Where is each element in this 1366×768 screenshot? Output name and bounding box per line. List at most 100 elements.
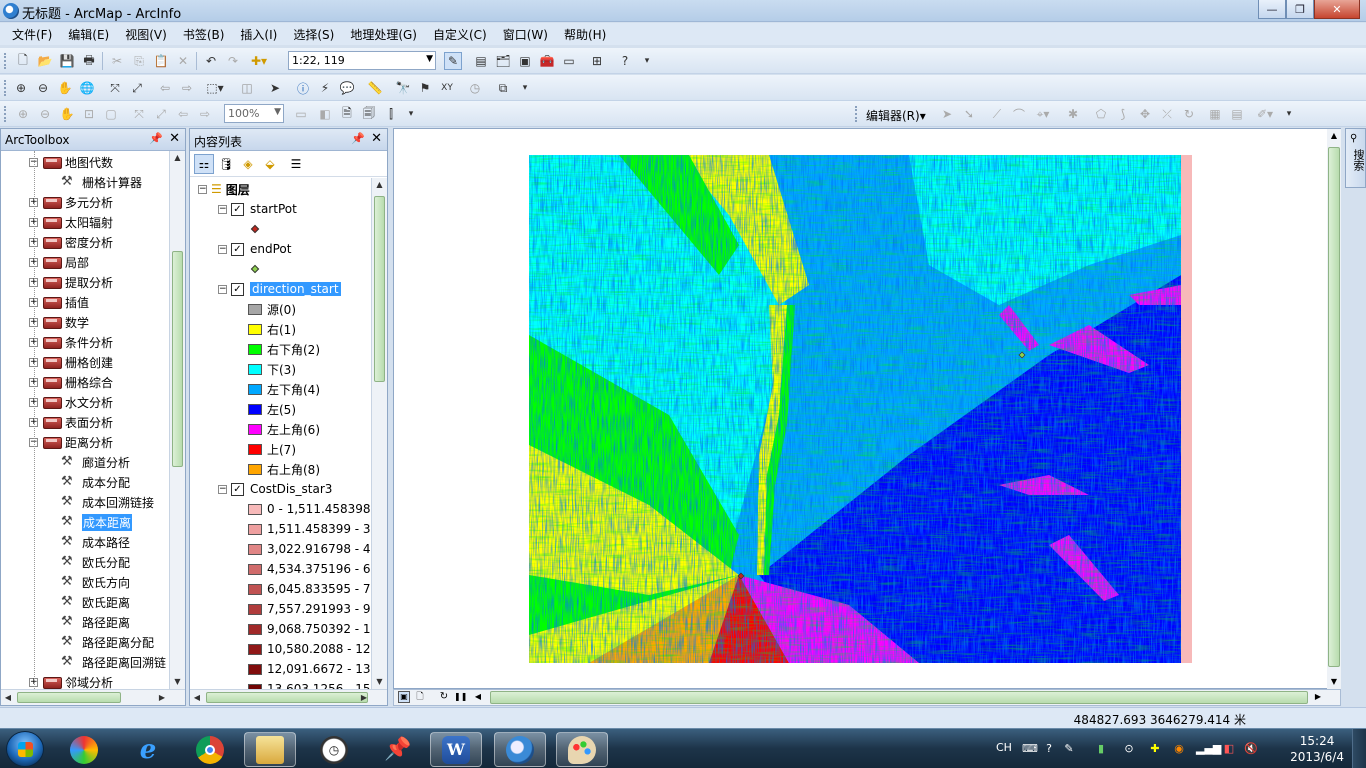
menu-geoprocessing[interactable]: 地理处理(G) [342,24,425,45]
ime-indicator[interactable]: CH [996,741,1012,754]
scrollbar-thumb[interactable] [374,196,385,382]
start-button[interactable] [6,731,44,767]
security-icon[interactable]: ◉ [1172,742,1186,756]
battery-icon[interactable]: ▮ [1094,742,1108,756]
network-signal-icon[interactable]: ▂▄▆ [1196,742,1221,756]
layout-more-icon[interactable]: ⫿ [382,105,400,123]
taskbar-clock[interactable]: 15:24 2013/6/4 [1290,733,1344,765]
toc-vertical-scrollbar[interactable]: ▲ ▼ [371,178,387,689]
legend-class[interactable]: 1,511.458399 - 3,0 [248,519,371,539]
legend-class[interactable]: 右下角(2) [248,339,320,359]
list-by-source-icon[interactable]: 🛢 [216,154,236,174]
zoom-out-icon[interactable]: ⊖ [34,79,52,97]
data-view-icon[interactable]: ▣ [398,691,410,703]
find-icon[interactable]: 🔭 [394,79,412,97]
create-features-icon[interactable]: ✐▾ [1256,105,1274,123]
python-window-icon[interactable]: ▭ [560,52,578,70]
layout-zoom-in-icon[interactable]: ⊕ [14,105,32,123]
pen-icon[interactable]: ✎ [1062,742,1076,756]
html-popup-icon[interactable]: 💬 [338,79,356,97]
taskbar-app-word[interactable]: W [430,732,482,767]
layout-fixed-zoom-out-icon[interactable]: ⤢ [152,105,170,123]
legend-class[interactable]: 4,534.375196 - 6,0 [248,559,371,579]
legend-point-symbol[interactable] [248,259,260,279]
zoom-whole-page-icon[interactable]: ⊡ [80,105,98,123]
open-folder-icon[interactable]: 📂 [36,52,54,70]
scroll-left-arrow-icon[interactable]: ◀ [472,691,484,703]
map-scale-combo[interactable]: 1:22, 119 ▼ [288,51,436,70]
list-by-drawing-order-icon[interactable]: ⚏ [194,154,214,174]
toc-layer[interactable]: − ✓ endPot [218,239,291,259]
edit-tool-icon[interactable]: ➤ [938,105,956,123]
map-vertical-scrollbar[interactable]: ▲ ▼ [1327,129,1341,689]
scroll-up-arrow-icon[interactable]: ▲ [372,178,387,192]
scroll-left-arrow-icon[interactable]: ◀ [190,690,204,705]
menu-insert[interactable]: 插入(I) [232,24,285,45]
legend-point-symbol[interactable] [248,219,260,239]
focus-data-frame-icon[interactable]: ◧ [316,105,334,123]
minimize-button[interactable]: — [1258,0,1286,19]
pin-icon[interactable]: 📌 [351,132,365,145]
refresh-icon[interactable]: ↻ [438,691,450,703]
toc-root-layers[interactable]: − ☰ 图层 [198,179,250,199]
paste-icon[interactable]: 📋 [152,52,170,70]
edit-annotation-icon[interactable]: ➘ [960,105,978,123]
legend-class[interactable]: 源(0) [248,299,296,319]
direction-raster-map[interactable] [529,155,1192,663]
layer-visibility-checkbox[interactable]: ✓ [231,202,244,216]
whats-this-icon[interactable]: ? [616,52,634,70]
taskbar-app-flower[interactable] [58,732,110,767]
volume-muted-icon[interactable]: 🔇 [1244,742,1258,756]
toolbox-item[interactable]: + 局部 [29,252,89,272]
go-to-xy-icon[interactable]: XY [438,79,456,97]
layout-pan-icon[interactable]: ✋ [58,105,76,123]
menu-customize[interactable]: 自定义(C) [425,24,495,45]
sketch-properties-icon[interactable]: ▤ [1228,105,1246,123]
menu-file[interactable]: 文件(F) [4,24,60,45]
collapse-icon[interactable]: − [218,284,227,294]
layout-back-icon[interactable]: ⇦ [174,105,192,123]
list-by-visibility-icon[interactable]: ◈ [238,154,258,174]
toolbox-horizontal-scrollbar[interactable]: ◀ ▶ [1,689,185,705]
legend-class[interactable]: 10,580.2088 - 12,0 [248,639,371,659]
toolbar-options-icon[interactable]: ▾ [402,105,420,123]
taskbar-app-clock[interactable]: ◷ [308,732,360,767]
legend-class[interactable]: 左下角(4) [248,379,320,399]
search-window-icon[interactable]: ▣ [516,52,534,70]
save-icon[interactable]: 💾 [58,52,76,70]
legend-class[interactable]: 3,022.916798 - 4,5 [248,539,371,559]
toolbox-item[interactable]: + 栅格综合 [29,372,113,392]
legend-class[interactable]: 下(3) [248,359,296,379]
toc-layer[interactable]: − ✓ startPot [218,199,297,219]
fixed-zoom-in-icon[interactable]: ⤧ [106,79,124,97]
taskbar-app-chrome[interactable] [184,732,236,767]
toolbox-item[interactable]: + 太阳辐射 [29,212,113,232]
toolbox-item[interactable]: ⚒ 成本路径 [61,532,130,552]
identify-icon[interactable]: ⓘ [294,79,312,97]
toolbar-options-icon[interactable]: ▾ [1280,105,1298,123]
toolbar-grip[interactable] [4,53,7,69]
list-by-selection-icon[interactable]: ⬙ [260,154,280,174]
cut-icon[interactable]: ✂ [108,52,126,70]
menu-selection[interactable]: 选择(S) [285,24,342,45]
collapse-icon[interactable]: − [218,484,227,494]
create-viewer-icon[interactable]: ⧉ [494,79,512,97]
pan-icon[interactable]: ✋ [56,79,74,97]
legend-class[interactable]: 右(1) [248,319,296,339]
toolbox-item[interactable]: + 条件分析 [29,332,113,352]
layout-view-icon[interactable]: 🗋 [414,691,426,703]
layer-visibility-checkbox[interactable]: ✓ [231,482,244,496]
zoom-in-icon[interactable]: ⊕ [12,79,30,97]
scrollbar-thumb[interactable] [17,692,121,703]
help-icon[interactable]: ? [1042,742,1056,756]
toolbar-options-icon[interactable]: ▾ [516,79,534,97]
time-slider-icon[interactable]: ◷ [466,79,484,97]
pin-icon[interactable]: 📌 [149,132,163,145]
taskbar-app-ie[interactable]: e [122,732,174,767]
legend-class[interactable]: 左上角(6) [248,419,320,439]
reshape-icon[interactable]: ⟆ [1114,105,1132,123]
map-view[interactable] [393,128,1341,689]
delete-icon[interactable]: ✕ [174,52,192,70]
legend-class[interactable]: 上(7) [248,439,296,459]
layout-fixed-zoom-in-icon[interactable]: ⤧ [130,105,148,123]
